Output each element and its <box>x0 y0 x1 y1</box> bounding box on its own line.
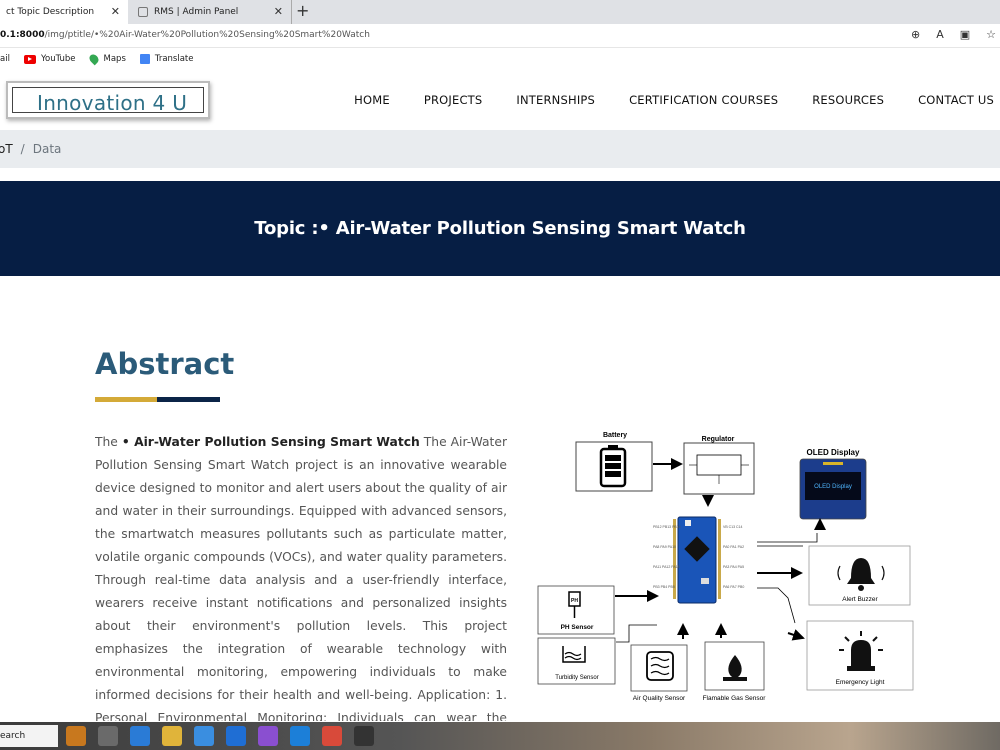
tab-title: RMS | Admin Panel <box>154 7 239 17</box>
url-text[interactable]: 0.1:8000/img/ptitle/•%20Air-Water%20Poll… <box>0 30 370 40</box>
url-path: /img/ptitle/•%20Air-Water%20Pollution%20… <box>44 30 370 40</box>
nav-projects[interactable]: PROJECTS <box>424 93 483 107</box>
svg-text:VB C13 C14: VB C13 C14 <box>723 525 743 529</box>
mail-icon[interactable] <box>226 726 246 746</box>
bookmarks-bar: ail YouTube Maps Translate <box>0 48 1000 70</box>
zoom-icon[interactable]: ⊕ <box>911 28 920 41</box>
briefcase-icon[interactable] <box>66 726 86 746</box>
air-quality-sensor-label: Air Quality Sensor <box>633 695 686 702</box>
heading-underline <box>95 397 220 402</box>
bookmark-youtube[interactable]: YouTube <box>23 54 76 64</box>
translate-icon <box>139 54 150 64</box>
maps-pin-icon <box>87 52 100 66</box>
svg-text:PA8 PA9 PA10: PA8 PA9 PA10 <box>653 545 676 549</box>
underline-navy <box>157 397 220 402</box>
alert-buzzer-label: Alert Buzzer <box>842 596 878 603</box>
breadcrumb: oT / Data <box>0 130 1000 168</box>
bookmark-mail[interactable]: ail <box>0 54 10 64</box>
turbidity-sensor-block: Turbidity Sensor <box>537 637 616 685</box>
nav-home[interactable]: HOME <box>354 93 390 107</box>
browser-tab-bar: ct Topic Description ✕ RMS | Admin Panel… <box>0 0 1000 24</box>
turbidity-sensor-label: Turbidity Sensor <box>555 675 598 681</box>
page-title: Topic :• Air-Water Pollution Sensing Sma… <box>254 218 746 239</box>
site-header: Innovation 4 U HOME PROJECTS INTERNSHIPS… <box>0 70 1000 130</box>
tab-title: ct Topic Description <box>6 7 95 17</box>
emergency-light-label: Emergency Light <box>836 679 885 686</box>
underline-gold <box>95 397 157 402</box>
logo-text: Innovation 4 U <box>37 91 188 115</box>
nav-certification-courses[interactable]: CERTIFICATION COURSES <box>629 93 778 107</box>
read-aloud-icon[interactable]: A <box>936 28 944 41</box>
store-icon[interactable] <box>194 726 214 746</box>
site-logo[interactable]: Innovation 4 U <box>6 81 210 119</box>
address-bar[interactable]: 0.1:8000/img/ptitle/•%20Air-Water%20Poll… <box>0 24 1000 48</box>
main-nav: HOME PROJECTS INTERNSHIPS CERTIFICATION … <box>354 93 994 107</box>
oled-screen-text: OLED Display <box>814 484 852 490</box>
page-icon <box>138 7 148 17</box>
svg-text:PB3 PB4 PB5: PB3 PB4 PB5 <box>653 585 675 589</box>
new-tab-icon[interactable]: + <box>296 1 309 20</box>
close-tab-icon[interactable]: ✕ <box>111 5 120 18</box>
favorites-icon[interactable]: ☆ <box>986 28 996 41</box>
nav-internships[interactable]: INTERNSHIPS <box>516 93 595 107</box>
microcontroller-board: PB12 PB13 PB14 PA8 PA9 PA10 PA11 PA12 PA… <box>653 516 744 604</box>
abstract-body: The Air-Water Pollution Sensing Smart Wa… <box>95 435 507 721</box>
edge-icon[interactable] <box>130 726 150 746</box>
regulator-block <box>683 442 755 495</box>
terminal-icon[interactable] <box>354 726 374 746</box>
taskbar-apps <box>66 726 374 746</box>
file-explorer-icon[interactable] <box>162 726 182 746</box>
battery-label: Battery <box>603 432 627 439</box>
svg-text:PA0 PA1 PA2: PA0 PA1 PA2 <box>723 545 744 549</box>
flammable-gas-sensor-label: Flamable Gas Sensor <box>703 695 767 702</box>
youtube-icon <box>23 54 36 64</box>
alert-buzzer-block: Alert Buzzer <box>808 545 911 606</box>
bookmark-maps[interactable]: Maps <box>87 52 126 66</box>
block-diagram: Battery Regulator OLED Display OLED Disp… <box>537 432 914 702</box>
svg-text:PB12 PB13 PB14: PB12 PB13 PB14 <box>653 525 681 529</box>
bookmark-label: YouTube <box>40 54 76 64</box>
svg-text:PH: PH <box>571 598 578 604</box>
abstract-text: The • Air-Water Pollution Sensing Smart … <box>95 431 507 721</box>
app-icon[interactable] <box>258 726 278 746</box>
tab-admin-panel[interactable]: RMS | Admin Panel ✕ <box>132 0 292 24</box>
task-view-icon[interactable] <box>98 726 118 746</box>
vscode-icon[interactable] <box>290 726 310 746</box>
logo-frame: Innovation 4 U <box>12 87 204 115</box>
bookmark-label: Maps <box>103 54 126 64</box>
bookmark-label: ail <box>0 54 10 64</box>
oled-display-icon: OLED Display <box>799 458 867 520</box>
address-bar-actions: ⊕ A ▣ ☆ <box>911 28 1000 41</box>
url-host: 0.1:8000 <box>0 30 45 40</box>
battery-icon <box>575 441 653 492</box>
taskbar-search[interactable]: earch <box>0 725 58 747</box>
chrome-icon[interactable] <box>322 726 342 746</box>
nav-contact-us[interactable]: CONTACT US <box>918 93 994 107</box>
regulator-label: Regulator <box>702 436 735 443</box>
nav-resources[interactable]: RESOURCES <box>812 93 884 107</box>
ph-sensor-label: PH Sensor <box>561 624 594 631</box>
air-quality-sensor-block <box>630 644 688 692</box>
abstract-project-name: • Air-Water Pollution Sensing Smart Watc… <box>121 435 420 449</box>
breadcrumb-separator: / <box>20 142 25 156</box>
ph-sensor-block: PH PH Sensor <box>537 585 615 635</box>
svg-text:PA3 PA4 PA5: PA3 PA4 PA5 <box>723 565 744 569</box>
oled-title: OLED Display <box>807 448 860 457</box>
search-text: earch <box>0 731 26 741</box>
breadcrumb-current: Data <box>32 142 62 156</box>
split-screen-icon[interactable]: ▣ <box>960 28 970 41</box>
close-tab-icon[interactable]: ✕ <box>274 5 283 18</box>
abstract-heading: Abstract <box>95 347 235 381</box>
svg-text:PA6 PA7 PB0: PA6 PA7 PB0 <box>723 585 744 589</box>
tab-topic-description[interactable]: ct Topic Description ✕ <box>0 0 128 24</box>
svg-text:PA11 PA12 PA15: PA11 PA12 PA15 <box>653 565 680 569</box>
bookmark-translate[interactable]: Translate <box>139 54 194 64</box>
emergency-light-block: Emergency Light <box>806 620 914 691</box>
breadcrumb-parent[interactable]: oT <box>0 142 13 156</box>
topic-banner: Topic :• Air-Water Pollution Sensing Sma… <box>0 181 1000 276</box>
abstract-lead: The <box>95 435 122 449</box>
os-taskbar: earch <box>0 722 1000 750</box>
bookmark-label: Translate <box>154 54 194 64</box>
flammable-gas-sensor-block <box>704 641 765 691</box>
